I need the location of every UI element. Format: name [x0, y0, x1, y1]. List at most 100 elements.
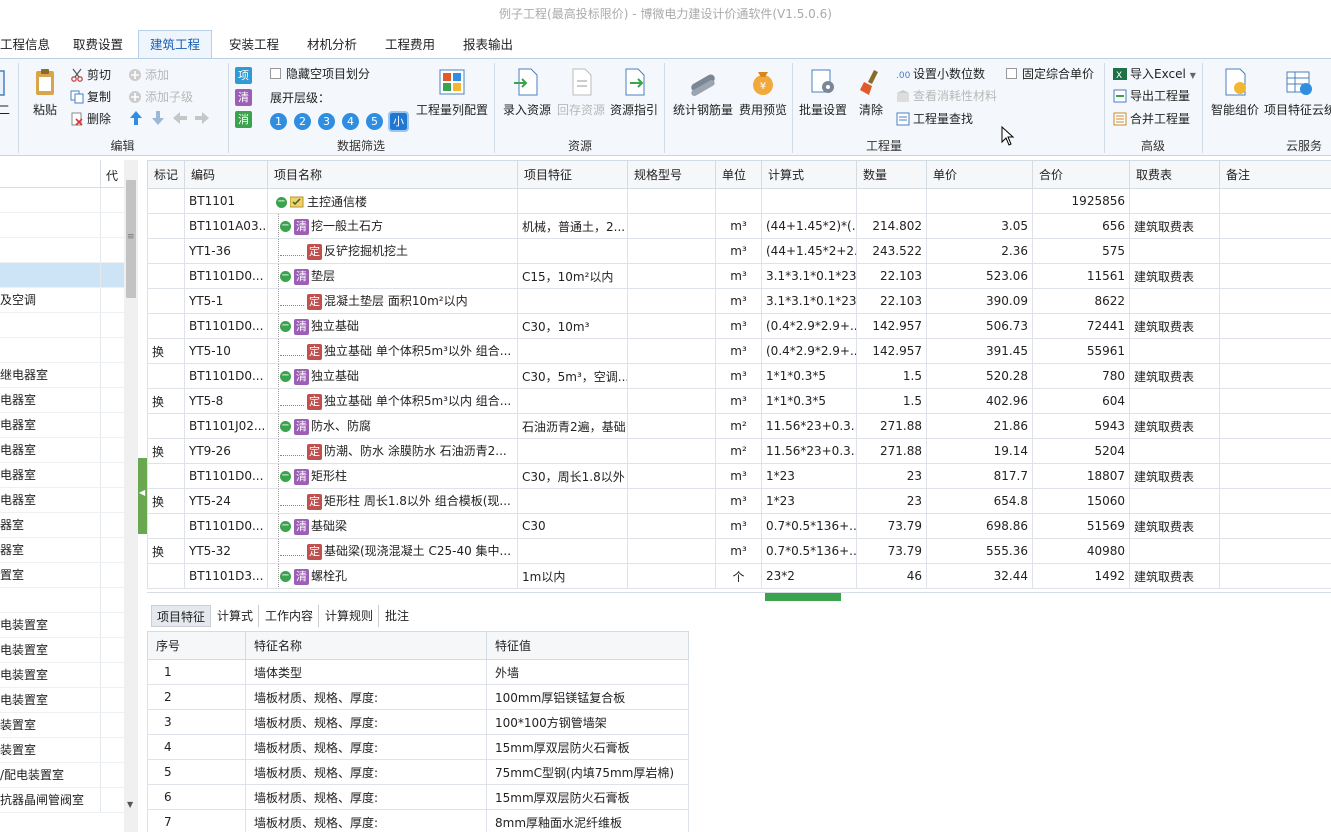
- cell-spec[interactable]: [627, 188, 716, 214]
- cell-feature[interactable]: C30，周长1.8以外: [517, 463, 628, 489]
- filter-xiao-button[interactable]: 消: [235, 111, 252, 128]
- cell-note[interactable]: [1219, 263, 1331, 289]
- col-seq[interactable]: 序号: [147, 631, 246, 660]
- table-row[interactable]: BT1101− 主控通信楼 1925856: [147, 188, 1331, 214]
- table-row[interactable]: 换 YT9-26 定防潮、防水 涂膜防水 石油沥青2... m² 11.56*23+0.…: [147, 438, 1331, 464]
- cell-name[interactable]: − 清垫层: [267, 263, 518, 289]
- feature-seq[interactable]: 4: [147, 734, 246, 760]
- cell-total[interactable]: 1925856: [1032, 188, 1130, 214]
- tab-formula[interactable]: 计算式: [212, 605, 260, 627]
- cell-qty[interactable]: 22.103: [856, 263, 927, 289]
- cell-price[interactable]: 817.7: [926, 463, 1033, 489]
- tab-material-analysis[interactable]: 材机分析: [307, 31, 357, 58]
- paste-button[interactable]: 粘贴: [28, 63, 62, 118]
- table-row[interactable]: BT1101A03... − 清挖一般土石方 机械，普通土，2... m³ (44+1.4…: [147, 213, 1331, 239]
- cell-code[interactable]: BT1101D0...: [184, 313, 268, 339]
- tree-row[interactable]: 装置室: [0, 738, 124, 763]
- cell-feature[interactable]: [517, 238, 628, 264]
- cell-mark[interactable]: [147, 563, 185, 589]
- cell-unit[interactable]: m³: [715, 388, 762, 414]
- cell-total[interactable]: 656: [1032, 213, 1130, 239]
- cell-fee[interactable]: 建筑取费表: [1129, 313, 1220, 339]
- cell-name[interactable]: − 主控通信楼: [267, 188, 518, 214]
- cell-code[interactable]: BT1101D0...: [184, 463, 268, 489]
- cell-price[interactable]: 391.45: [926, 338, 1033, 364]
- cell-price[interactable]: 32.44: [926, 563, 1033, 589]
- level-3-button[interactable]: 3: [318, 113, 335, 130]
- table-row[interactable]: 换 YT5-24 定矩形柱 周长1.8以外 组合模板(现... m³ 1*23 23 654…: [147, 488, 1331, 514]
- cell-spec[interactable]: [627, 563, 716, 589]
- cell-unit[interactable]: m²: [715, 438, 762, 464]
- cell-fee[interactable]: 建筑取费表: [1129, 463, 1220, 489]
- cell-mark[interactable]: [147, 413, 185, 439]
- feature-name[interactable]: 墙板材质、规格、厚度:: [245, 684, 487, 710]
- cell-qty[interactable]: 271.88: [856, 438, 927, 464]
- cell-code[interactable]: YT5-1: [184, 288, 268, 314]
- steel-stats-button[interactable]: 统计钢筋量: [670, 63, 736, 118]
- cell-code[interactable]: BT1101D3...: [184, 563, 268, 589]
- tree-row[interactable]: [0, 313, 124, 338]
- cell-unit[interactable]: m²: [715, 413, 762, 439]
- cell-total[interactable]: 51569: [1032, 513, 1130, 539]
- cell-fee[interactable]: 建筑取费表: [1129, 263, 1220, 289]
- cell-spec[interactable]: [627, 488, 716, 514]
- cell-name[interactable]: 定防潮、防水 涂膜防水 石油沥青2...: [267, 438, 518, 464]
- cell-qty[interactable]: 1.5: [856, 363, 927, 389]
- cell-total[interactable]: 1492: [1032, 563, 1130, 589]
- feature-value[interactable]: 8mm厚釉面水泥纤维板: [486, 809, 689, 832]
- filter-xiang-button[interactable]: 项: [235, 67, 252, 84]
- cell-total[interactable]: 575: [1032, 238, 1130, 264]
- col-note[interactable]: 备注: [1219, 160, 1331, 189]
- cell-price[interactable]: 390.09: [926, 288, 1033, 314]
- cell-code[interactable]: YT5-8: [184, 388, 268, 414]
- level-1-button[interactable]: 1: [270, 113, 287, 130]
- cell-total[interactable]: 8622: [1032, 288, 1130, 314]
- cell-unit[interactable]: m³: [715, 213, 762, 239]
- cell-name[interactable]: − 清螺栓孔: [267, 563, 518, 589]
- cell-formula[interactable]: 1*23: [761, 488, 857, 514]
- table-row[interactable]: 换 YT5-8 定独立基础 单个体积5m³以内 组合... m³ 1*1*0.3*5 1.…: [147, 388, 1331, 414]
- cell-price[interactable]: 21.86: [926, 413, 1033, 439]
- tab-calc-rules[interactable]: 计算规则: [320, 605, 380, 627]
- tree-row[interactable]: 电器室: [0, 388, 124, 413]
- tree-row[interactable]: [0, 238, 124, 263]
- cell-note[interactable]: [1219, 488, 1331, 514]
- cell-qty[interactable]: 142.957: [856, 313, 927, 339]
- feature-seq[interactable]: 2: [147, 684, 246, 710]
- cell-fee[interactable]: [1129, 238, 1220, 264]
- level-2-button[interactable]: 2: [294, 113, 311, 130]
- cell-spec[interactable]: [627, 338, 716, 364]
- cell-formula[interactable]: [761, 188, 857, 214]
- cell-fee[interactable]: [1129, 288, 1220, 314]
- tree-scrollbar[interactable]: ≡ ▼: [124, 160, 138, 832]
- fixed-unit-price-checkbox[interactable]: 固定综合单价: [1006, 64, 1094, 84]
- cell-mark[interactable]: [147, 313, 185, 339]
- hide-empty-checkbox[interactable]: 隐藏空项目划分: [270, 64, 370, 84]
- cell-code[interactable]: YT5-32: [184, 538, 268, 564]
- cell-formula[interactable]: (0.4*2.9*2.9+...: [761, 313, 857, 339]
- panel-splitter[interactable]: [147, 592, 1331, 601]
- col-total[interactable]: 合价: [1032, 160, 1130, 189]
- cell-name[interactable]: 定矩形柱 周长1.8以外 组合模板(现...: [267, 488, 518, 514]
- cell-name[interactable]: − 清基础梁: [267, 513, 518, 539]
- consumable-material-button[interactable]: 查看消耗性材料: [896, 86, 997, 106]
- cell-feature[interactable]: C30，5m³，空调...: [517, 363, 628, 389]
- level-small-button[interactable]: 小: [388, 111, 409, 132]
- table-row[interactable]: BT1101J02... − 清防水、防腐 石油沥青2遍，基础 m² 11.56*23+0…: [147, 413, 1331, 439]
- feature-seq[interactable]: 7: [147, 809, 246, 832]
- feature-name[interactable]: 墙板材质、规格、厚度:: [245, 734, 487, 760]
- cell-note[interactable]: [1219, 438, 1331, 464]
- cell-feature[interactable]: [517, 488, 628, 514]
- cell-feature[interactable]: [517, 438, 628, 464]
- tree-row[interactable]: 电器室: [0, 488, 124, 513]
- tab-project-cost[interactable]: 工程费用: [385, 31, 435, 58]
- cell-qty[interactable]: 243.522: [856, 238, 927, 264]
- tree-row[interactable]: 装置室: [0, 713, 124, 738]
- col-code[interactable]: 编码: [184, 160, 268, 189]
- cell-fee[interactable]: [1129, 438, 1220, 464]
- cell-unit[interactable]: m³: [715, 538, 762, 564]
- tree-row[interactable]: 电装置室: [0, 663, 124, 688]
- cell-unit[interactable]: m³: [715, 313, 762, 339]
- cell-note[interactable]: [1219, 313, 1331, 339]
- cell-qty[interactable]: 46: [856, 563, 927, 589]
